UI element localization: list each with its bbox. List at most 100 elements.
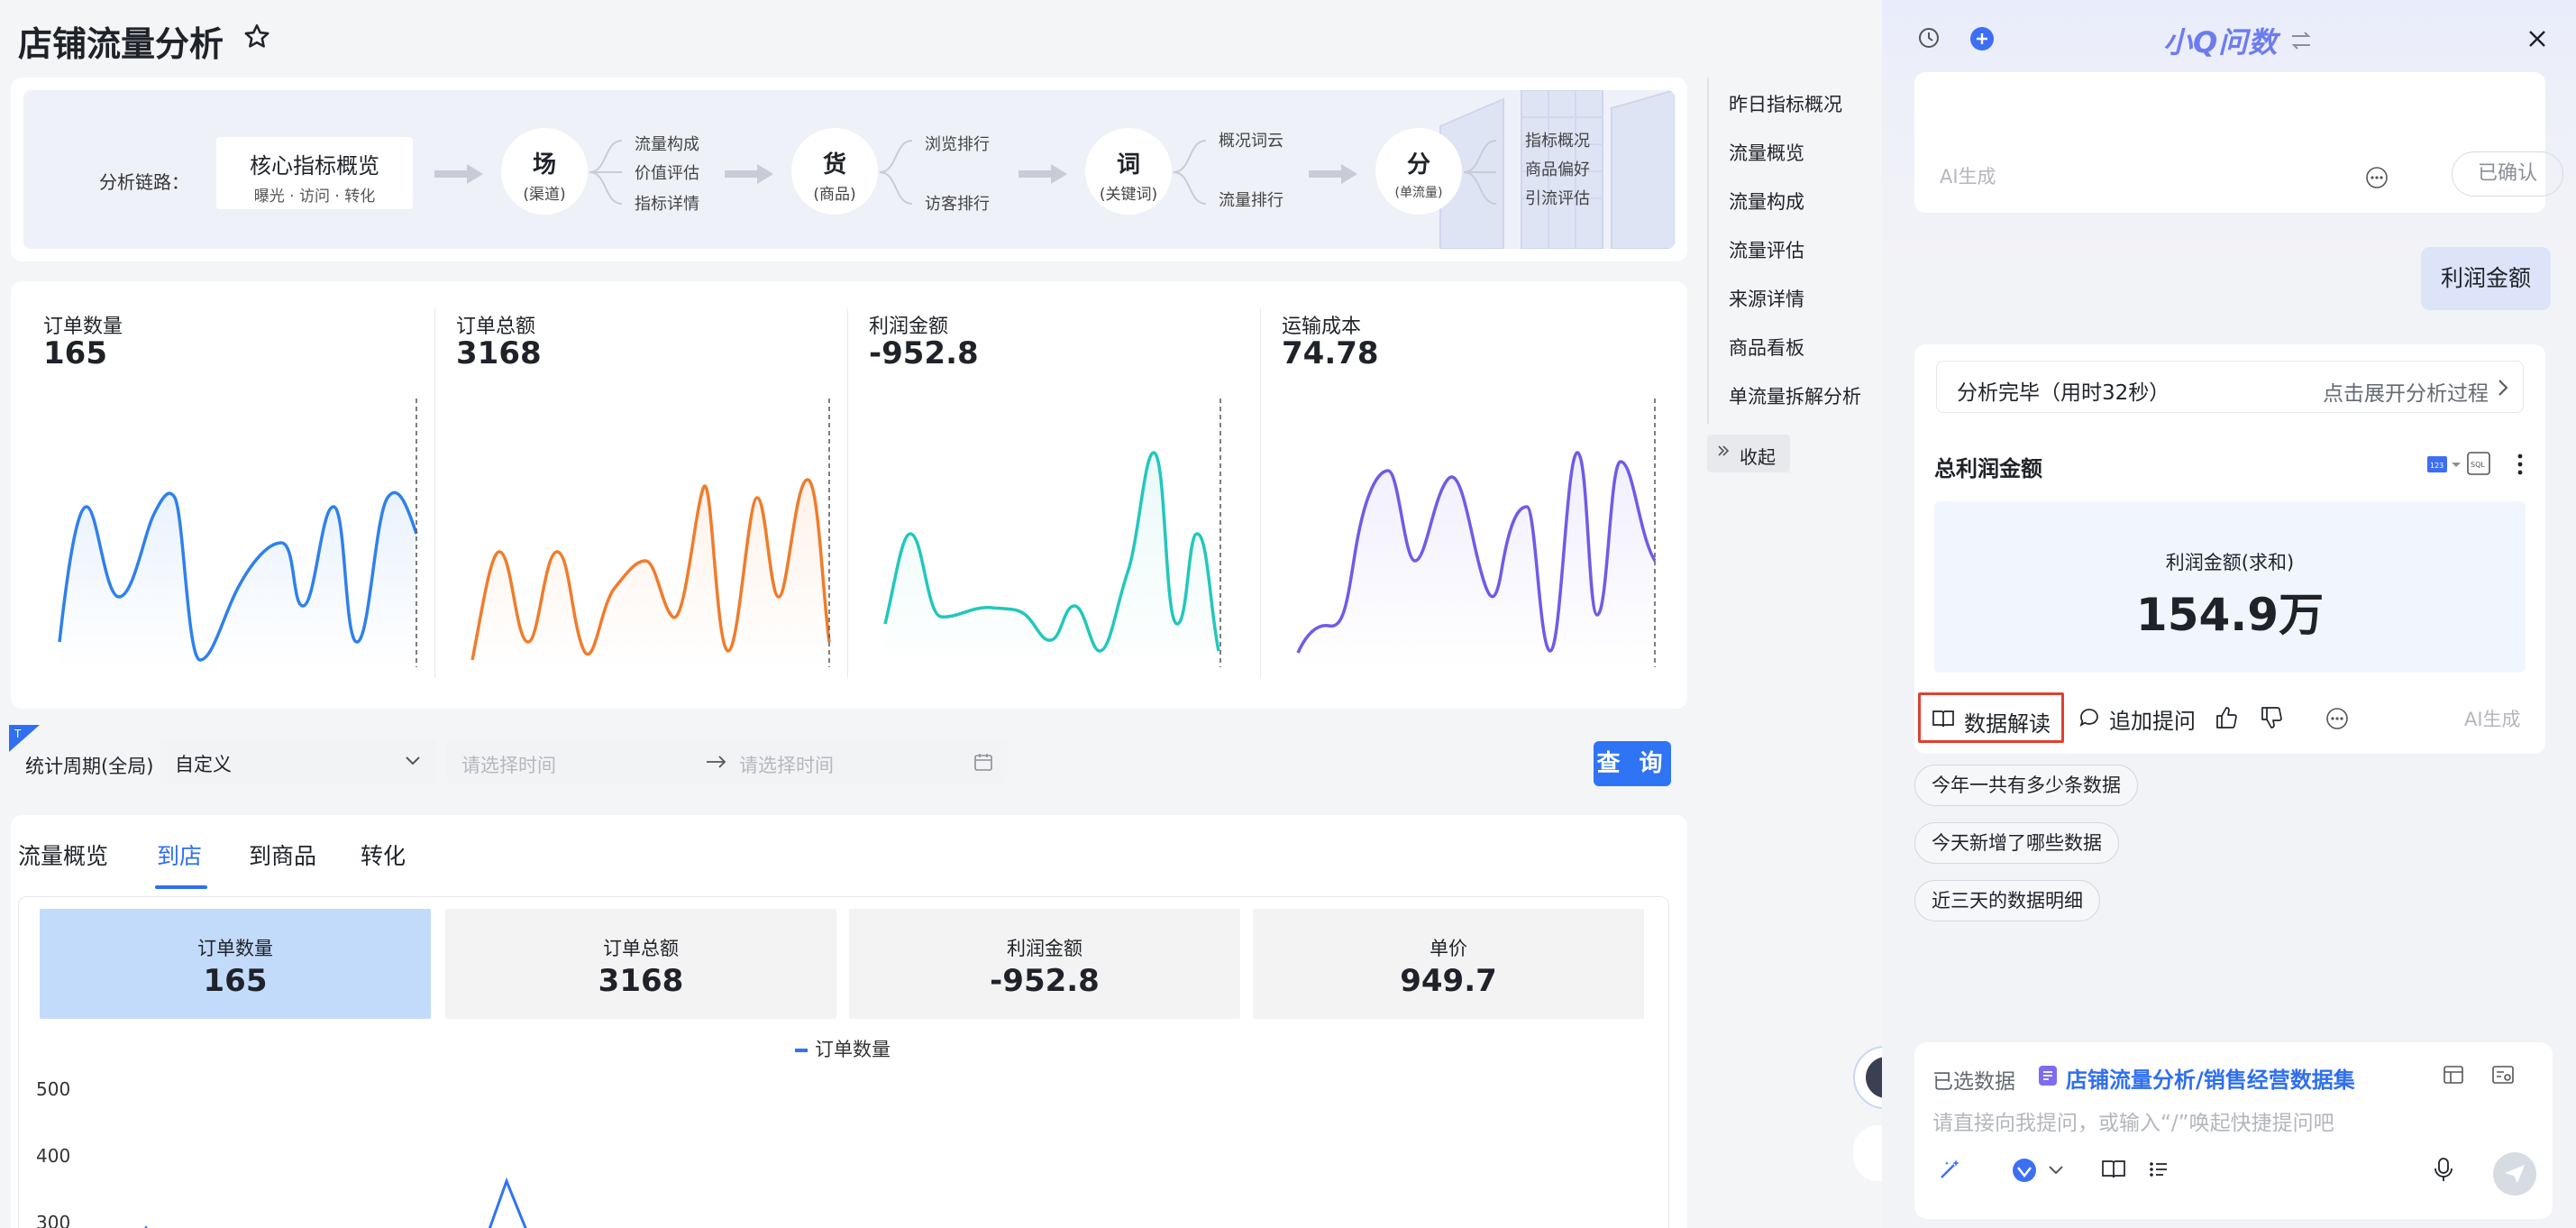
chain-node-channel[interactable]: 场 (渠道) xyxy=(501,128,588,215)
more-icon[interactable] xyxy=(2325,707,2349,730)
series-line xyxy=(144,1177,527,1228)
analysis-chain-card: 分析链路： 核心指标概览 曝光 · 访问 · 转化 场 (渠道) 流量构成 价值… xyxy=(11,78,1687,261)
order-count-line-chart xyxy=(144,1177,527,1228)
chart-legend-item[interactable]: 订单数量 xyxy=(795,1035,891,1062)
result-label: 利润金额(求和) xyxy=(2165,552,2295,573)
selected-data-label: 已选数据 xyxy=(1932,1070,2015,1094)
chevron-right-icon xyxy=(2498,380,2508,396)
star-icon[interactable] xyxy=(242,22,272,52)
suggested-question[interactable]: 近三天的数据明细 xyxy=(1914,880,2100,921)
legend-label: 订单数量 xyxy=(815,1039,891,1060)
chart-type-switch-icon[interactable]: 123 xyxy=(2426,454,2462,474)
question-input[interactable]: 请直接向我提问，或输入“/”唤起快捷提问吧 xyxy=(1932,1105,2334,1136)
previous-answer-card: AI生成 已确认 xyxy=(1914,72,2563,213)
tab-to-product[interactable]: 到商品 xyxy=(249,839,316,871)
follow-up-button[interactable]: 追加提问 xyxy=(2109,703,2196,735)
sparkline-orders xyxy=(58,399,418,669)
metric-value: 74.78 xyxy=(1282,335,1379,371)
metric-card-shipping-cost[interactable]: 运输成本 74.78 xyxy=(1249,281,1662,678)
model-select-icon[interactable] xyxy=(2006,1154,2069,1187)
new-chat-icon[interactable] xyxy=(1969,25,1996,52)
start-date-input[interactable]: 请选择时间 xyxy=(461,751,556,778)
chain-subitem[interactable]: 指标详情 xyxy=(635,191,699,215)
tab-flow-overview[interactable]: 流量概览 xyxy=(18,839,108,871)
data-settings-icon[interactable] xyxy=(2491,1064,2515,1087)
query-button[interactable]: 查 询 xyxy=(1594,741,1671,786)
end-date-input[interactable]: 请选择时间 xyxy=(739,751,834,778)
data-interpretation-button[interactable]: 数据解读 xyxy=(1918,692,2064,743)
suggested-question[interactable]: 今天新增了哪些数据 xyxy=(1914,822,2119,864)
metric-card-order-total[interactable]: 订单总额 3168 xyxy=(424,281,836,678)
history-icon[interactable] xyxy=(1916,25,1943,52)
switch-icon[interactable] xyxy=(2288,27,2315,54)
nav-item-source-details[interactable]: 来源详情 xyxy=(1729,285,1804,312)
suggested-question[interactable]: 今年一共有多少条数据 xyxy=(1914,765,2138,806)
chain-subitem[interactable]: 概况词云 xyxy=(1219,128,1283,151)
nav-item-single-flow-breakdown[interactable]: 单流量拆解分析 xyxy=(1729,382,1861,409)
chain-subitem[interactable]: 引流评估 xyxy=(1525,186,1590,209)
chain-subitem[interactable]: 访客排行 xyxy=(925,191,990,215)
core-metrics-box[interactable]: 核心指标概览 曝光 · 访问 · 转化 xyxy=(216,137,413,209)
kpi-card-order-total[interactable]: 订单总额 3168 xyxy=(445,909,836,1019)
kpi-label: 订单总额 xyxy=(603,938,679,959)
close-icon[interactable] xyxy=(2524,25,2551,52)
confirmed-button[interactable]: 已确认 xyxy=(2452,151,2563,197)
table-search-icon[interactable] xyxy=(2443,1064,2466,1087)
microphone-icon[interactable] xyxy=(2430,1156,2457,1183)
book-icon[interactable] xyxy=(2100,1156,2127,1183)
core-metrics-subtitle: 曝光 · 访问 · 转化 xyxy=(253,188,376,206)
nav-item-flow-composition[interactable]: 流量构成 xyxy=(1729,188,1804,215)
question-input-card[interactable]: 已选数据 店铺流量分析/销售经营数据集 请直接向我提问，或输入“/”唤起快捷提问… xyxy=(1914,1042,2553,1219)
kpi-card-unit-price[interactable]: 单价 949.7 xyxy=(1253,909,1644,1019)
chain-node-single-flow[interactable]: 分 (单流量) xyxy=(1375,128,1462,215)
nav-item-flow-overview[interactable]: 流量概览 xyxy=(1729,139,1804,166)
ai-generated-tag: AI生成 xyxy=(1940,166,1996,188)
arrow-right-icon xyxy=(434,164,483,184)
page-title: 店铺流量分析 xyxy=(18,24,224,64)
nav-item-yesterday[interactable]: 昨日指标概况 xyxy=(1729,90,1842,117)
thumbs-down-icon[interactable] xyxy=(2259,705,2284,730)
collapse-button[interactable]: 收起 xyxy=(1707,435,1790,472)
dataset-name-link[interactable]: 店铺流量分析/销售经营数据集 xyxy=(2066,1062,2355,1094)
kebab-menu-icon[interactable] xyxy=(2511,451,2529,478)
magic-wand-icon[interactable] xyxy=(1936,1156,1963,1183)
kpi-card-profit[interactable]: 利润金额 -952.8 xyxy=(849,909,1240,1019)
chain-subitem[interactable]: 价值评估 xyxy=(635,160,699,184)
chain-subitem[interactable]: 商品偏好 xyxy=(1525,157,1590,180)
analysis-status-bar[interactable]: 分析完毕（用时32秒） 点击展开分析过程 xyxy=(1936,361,2524,413)
y-axis-tick: 500 xyxy=(36,1078,71,1100)
tab-conversion[interactable]: 转化 xyxy=(361,839,406,871)
arrow-right-icon xyxy=(1309,164,1357,184)
collapse-label: 收起 xyxy=(1740,446,1776,468)
metric-card-orders[interactable]: 订单数量 165 xyxy=(11,281,424,678)
sql-icon[interactable]: SQL xyxy=(2466,451,2491,476)
y-axis-tick: 300 xyxy=(36,1212,71,1228)
thumbs-up-icon[interactable] xyxy=(2214,705,2239,730)
kpi-card-orders[interactable]: 订单数量 165 xyxy=(40,909,431,1019)
chain-subitem[interactable]: 指标概况 xyxy=(1525,128,1590,151)
chain-subitem[interactable]: 浏览排行 xyxy=(925,132,990,155)
date-range-picker[interactable]: 请选择时间 请选择时间 xyxy=(447,739,1008,784)
arrow-right-icon xyxy=(707,756,726,768)
y-axis-tick: 400 xyxy=(36,1145,71,1167)
chat-bubble-icon[interactable] xyxy=(2078,707,2102,729)
nav-item-product-board[interactable]: 商品看板 xyxy=(1729,334,1804,361)
tab-to-store[interactable]: 到店 xyxy=(157,839,202,871)
metric-card-profit[interactable]: 利润金额 -952.8 xyxy=(836,281,1249,678)
send-button[interactable] xyxy=(2493,1152,2536,1196)
chain-subitem[interactable]: 流量排行 xyxy=(1219,188,1283,211)
more-icon[interactable] xyxy=(2365,166,2389,189)
chain-node-keyword[interactable]: 词 (关键词) xyxy=(1085,128,1172,215)
chain-subitem[interactable]: 流量构成 xyxy=(635,132,699,155)
result-metric-box: 利润金额(求和) 154.9万 xyxy=(1934,501,2526,673)
chain-node-goods[interactable]: 货 (商品) xyxy=(791,128,878,215)
kpi-label: 单价 xyxy=(1430,938,1467,959)
filter-corner-flag-icon: T xyxy=(9,725,40,752)
core-metrics-title: 核心指标概览 xyxy=(250,153,379,179)
list-icon[interactable] xyxy=(2145,1156,2172,1183)
period-select[interactable]: 自定义 xyxy=(160,739,436,784)
nav-item-flow-evaluation[interactable]: 流量评估 xyxy=(1729,236,1804,263)
result-title: 总利润金额 xyxy=(1934,456,2042,481)
period-filter-label: 统计周期(全局) xyxy=(25,756,154,777)
expand-process-link[interactable]: 点击展开分析过程 xyxy=(2323,376,2489,407)
